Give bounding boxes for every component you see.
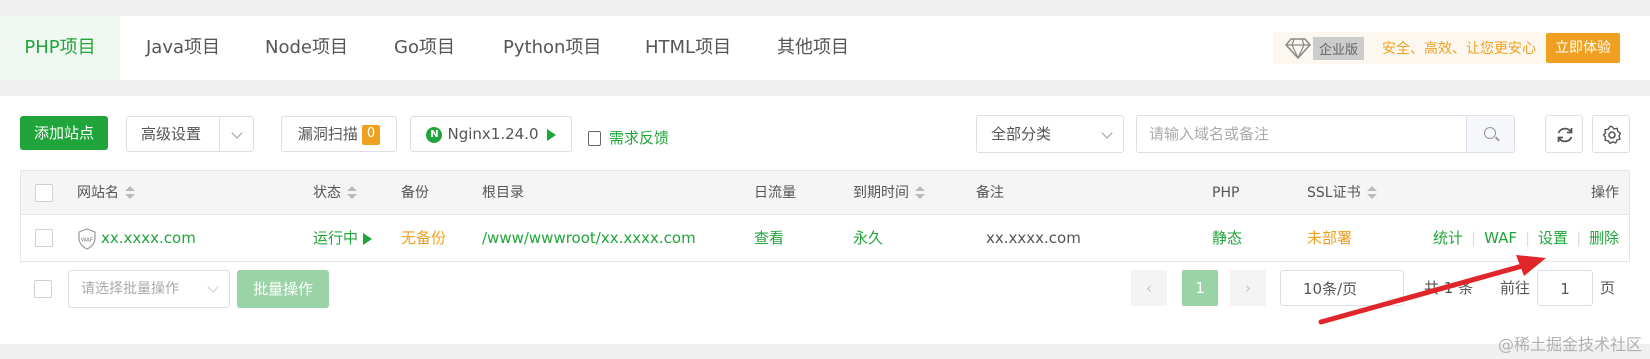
watermark: @稀土掘金技术社区: [1497, 335, 1642, 354]
annotation-arrow: [1318, 255, 1546, 325]
